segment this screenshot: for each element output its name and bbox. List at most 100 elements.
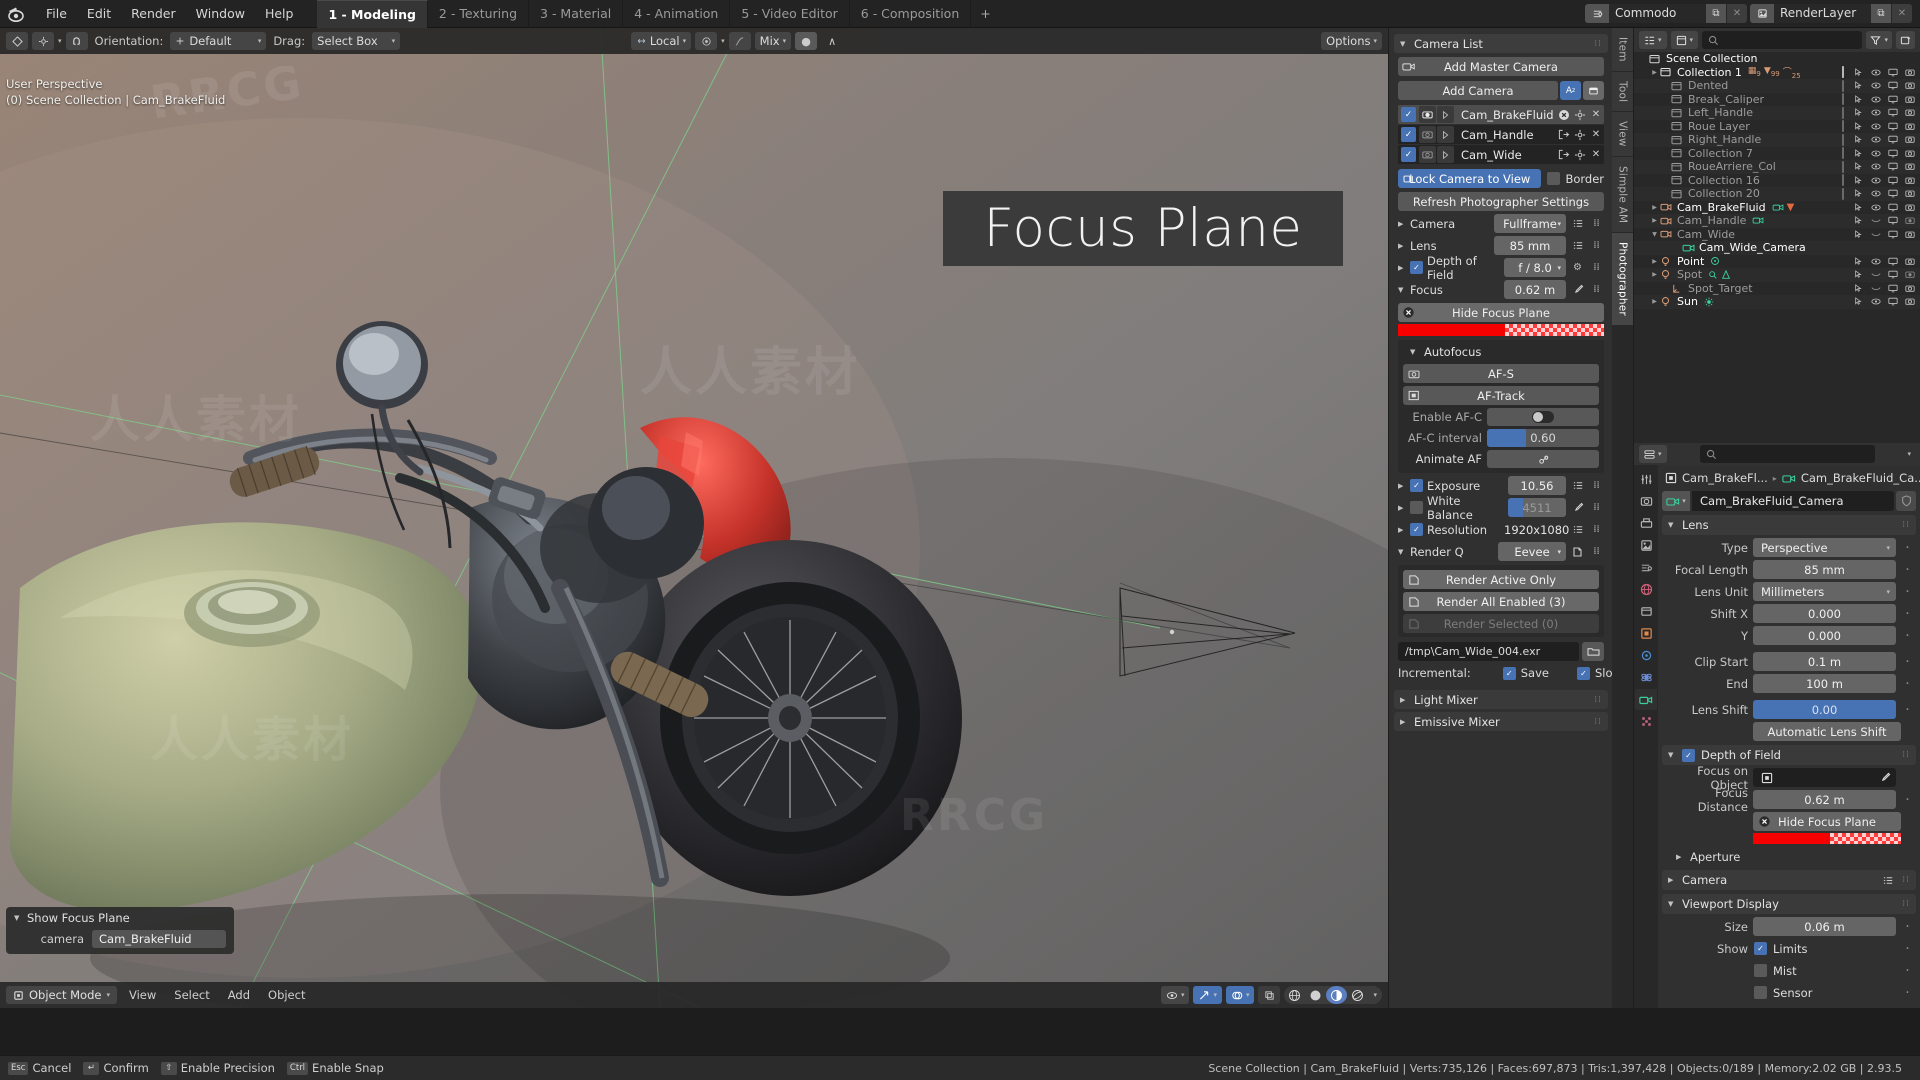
redo-panel-header[interactable]: ▼ Show Focus Plane [6, 907, 234, 928]
monitor-icon[interactable] [1888, 203, 1899, 212]
drag-dropdown[interactable]: Select Box ▾ [312, 32, 401, 50]
show-mist-toggle[interactable]: Mist [1753, 961, 1896, 980]
menu-edit[interactable]: Edit [77, 4, 121, 23]
sun-light-icon[interactable] [1704, 297, 1714, 307]
eye-open-icon[interactable] [1871, 189, 1882, 198]
autofocus-header[interactable]: ▼ Autofocus [1398, 343, 1604, 361]
outliner-row[interactable]: Dented [1634, 79, 1920, 93]
outliner-row[interactable]: ▶ Cam_Handle [1634, 214, 1920, 228]
redo-camera-field[interactable]: Cam_BrakeFluid [92, 930, 226, 948]
outliner-tree[interactable]: Scene Collection ▶ Collection 1 ▦9 ▼99 ⌒25 Den… [1634, 52, 1920, 443]
outliner-row[interactable]: ▼ Cam_Wide [1634, 228, 1920, 242]
props-focus-plane-color-strip[interactable] [1753, 833, 1901, 844]
outliner-item-label[interactable]: Spot_Target [1685, 282, 1753, 295]
sidebar-tab-view[interactable]: View [1612, 111, 1633, 157]
viewport-size-animate-dot[interactable]: · [1901, 920, 1914, 934]
viewport-options-dropdown[interactable]: Options ▾ [1321, 32, 1382, 50]
rendered-shading-icon[interactable] [1347, 986, 1369, 1004]
properties-tab-texture[interactable] [1635, 711, 1657, 732]
menu-render[interactable]: Render [121, 4, 186, 23]
properties-tab-physics[interactable] [1635, 667, 1657, 688]
workspace-tab-4-animation[interactable]: 4 - Animation [623, 0, 731, 28]
chevron-right-icon[interactable]: ▶ [1398, 526, 1406, 534]
properties-tab-object[interactable] [1635, 623, 1657, 644]
viewlayer-duplicate-button[interactable]: ⧉ [1871, 4, 1891, 23]
camera-icon[interactable] [1905, 189, 1916, 198]
exit-icon[interactable] [1556, 129, 1572, 140]
camera-off-icon[interactable] [1905, 216, 1916, 225]
select-icon[interactable] [1854, 108, 1865, 117]
snap-magnet-icon[interactable] [65, 32, 88, 50]
3d-viewport[interactable]: ▾ Orientation: Default ▾ Drag: Select Bo… [0, 28, 1388, 1008]
pivot-dropdown-caret[interactable]: ▾ [58, 37, 62, 45]
exposure-checkbox[interactable]: ✓ [1410, 479, 1423, 492]
select-icon[interactable] [1854, 121, 1865, 131]
marker-icon[interactable] [1437, 106, 1454, 123]
chevron-down-icon[interactable]: ▼ [1398, 548, 1406, 556]
properties-tab-view-layer[interactable] [1635, 535, 1657, 556]
outliner-item-label[interactable]: Right_Handle [1685, 133, 1761, 146]
spot-light-icon[interactable] [1708, 270, 1718, 280]
disclosure-triangle-icon[interactable]: ▶ [1649, 69, 1660, 76]
border-checkbox[interactable] [1547, 172, 1561, 185]
outliner-item-label[interactable]: Break_Caliper [1685, 93, 1764, 106]
select-icon[interactable] [1854, 283, 1865, 293]
viewport-menu-view[interactable]: View [123, 988, 162, 1002]
menu-help[interactable]: Help [255, 4, 304, 23]
aperture-subpanel-header[interactable]: ▶ Aperture [1662, 847, 1916, 866]
breadcrumb-camera-data-label[interactable]: Cam_BrakeFluid_Ca... [1801, 471, 1920, 485]
shift-y-animate-dot[interactable]: · [1901, 629, 1914, 643]
properties-tab-scene[interactable] [1635, 557, 1657, 578]
focus-plane-color-strip[interactable] [1398, 324, 1604, 336]
focus-distance-animate-dot[interactable]: · [1901, 793, 1914, 807]
outliner-item-label[interactable]: Point [1674, 255, 1704, 268]
white-balance-eyedropper-icon[interactable] [1570, 502, 1585, 514]
shift-x-animate-dot[interactable]: · [1901, 607, 1914, 621]
orientation-dropdown[interactable]: Default ▾ [170, 32, 267, 50]
dof-aperture-value[interactable]: f / 8.0 ▾ [1504, 258, 1566, 277]
limits-animate-dot[interactable]: · [1901, 942, 1914, 956]
camera-icon[interactable] [1905, 203, 1916, 212]
lens-type-animate-dot[interactable]: · [1901, 541, 1914, 555]
outliner-editor-type-icon[interactable]: ▾ [1639, 31, 1667, 49]
outliner-item-label[interactable]: Collection 16 [1685, 174, 1760, 187]
select-icon[interactable] [1854, 202, 1865, 212]
collection-exclude-checkbox[interactable] [1837, 93, 1848, 106]
monitor-icon[interactable] [1888, 257, 1899, 266]
outliner-item-label[interactable]: Cam_Handle [1674, 214, 1746, 227]
collection-exclude-checkbox[interactable] [1837, 120, 1848, 133]
incremental-save-checkbox[interactable]: ✓ [1502, 666, 1516, 680]
lens-unit-dropdown[interactable]: Millimeters ▾ [1753, 582, 1896, 601]
outliner-item-label[interactable]: Roue Layer [1685, 120, 1750, 133]
camera-icon[interactable] [1905, 297, 1916, 306]
sidebar-tab-simple-am[interactable]: Simple AM [1612, 156, 1633, 233]
camera-enabled-checkbox[interactable]: ✓ [1401, 147, 1416, 162]
resolution-value[interactable]: 1920x1080 [1504, 523, 1569, 537]
pivot-icon[interactable] [32, 32, 54, 50]
collection-exclude-checkbox[interactable] [1837, 66, 1848, 79]
lens-value[interactable]: 85 mm [1494, 236, 1566, 255]
outliner-row[interactable]: ▶ Cam_BrakeFluid ▼ [1634, 201, 1920, 215]
outliner-item-label[interactable]: Cam_BrakeFluid [1674, 201, 1766, 214]
fake-user-icon[interactable] [1896, 491, 1916, 511]
outliner-row[interactable]: Collection 7 [1634, 147, 1920, 161]
camera-icon[interactable] [1905, 122, 1916, 131]
disclosure-triangle-icon[interactable]: ▶ [1649, 204, 1660, 211]
monitor-icon[interactable] [1888, 216, 1899, 225]
hide-focus-plane-button[interactable]: Hide Focus Plane [1398, 303, 1604, 322]
outliner-item-label[interactable]: Collection 20 [1685, 187, 1760, 200]
disclosure-triangle-icon[interactable]: ▼ [1649, 231, 1660, 238]
eye-closed-icon[interactable] [1871, 270, 1882, 279]
camera-name[interactable]: Cam_Wide [1455, 148, 1556, 162]
camera-list-panel-header[interactable]: ▼ Camera List ⁞⁞ [1394, 34, 1608, 53]
outliner-row[interactable]: ▶ Collection 1 ▦9 ▼99 ⌒25 [1634, 66, 1920, 80]
x-icon[interactable]: ✕ [1588, 129, 1604, 140]
viewport-render-canvas[interactable] [0, 28, 1388, 1008]
exposure-list-icon[interactable] [1570, 480, 1585, 491]
sidebar-tab-tool[interactable]: Tool [1612, 71, 1633, 112]
camera-outline-icon[interactable] [1419, 126, 1436, 143]
lens-shift-animate-dot[interactable]: · [1901, 703, 1914, 717]
outliner-root-row[interactable]: Scene Collection [1634, 52, 1920, 66]
properties-tab-modifiers[interactable] [1635, 645, 1657, 666]
render-all-enabled-3--button[interactable]: Render All Enabled (3) [1403, 592, 1599, 611]
